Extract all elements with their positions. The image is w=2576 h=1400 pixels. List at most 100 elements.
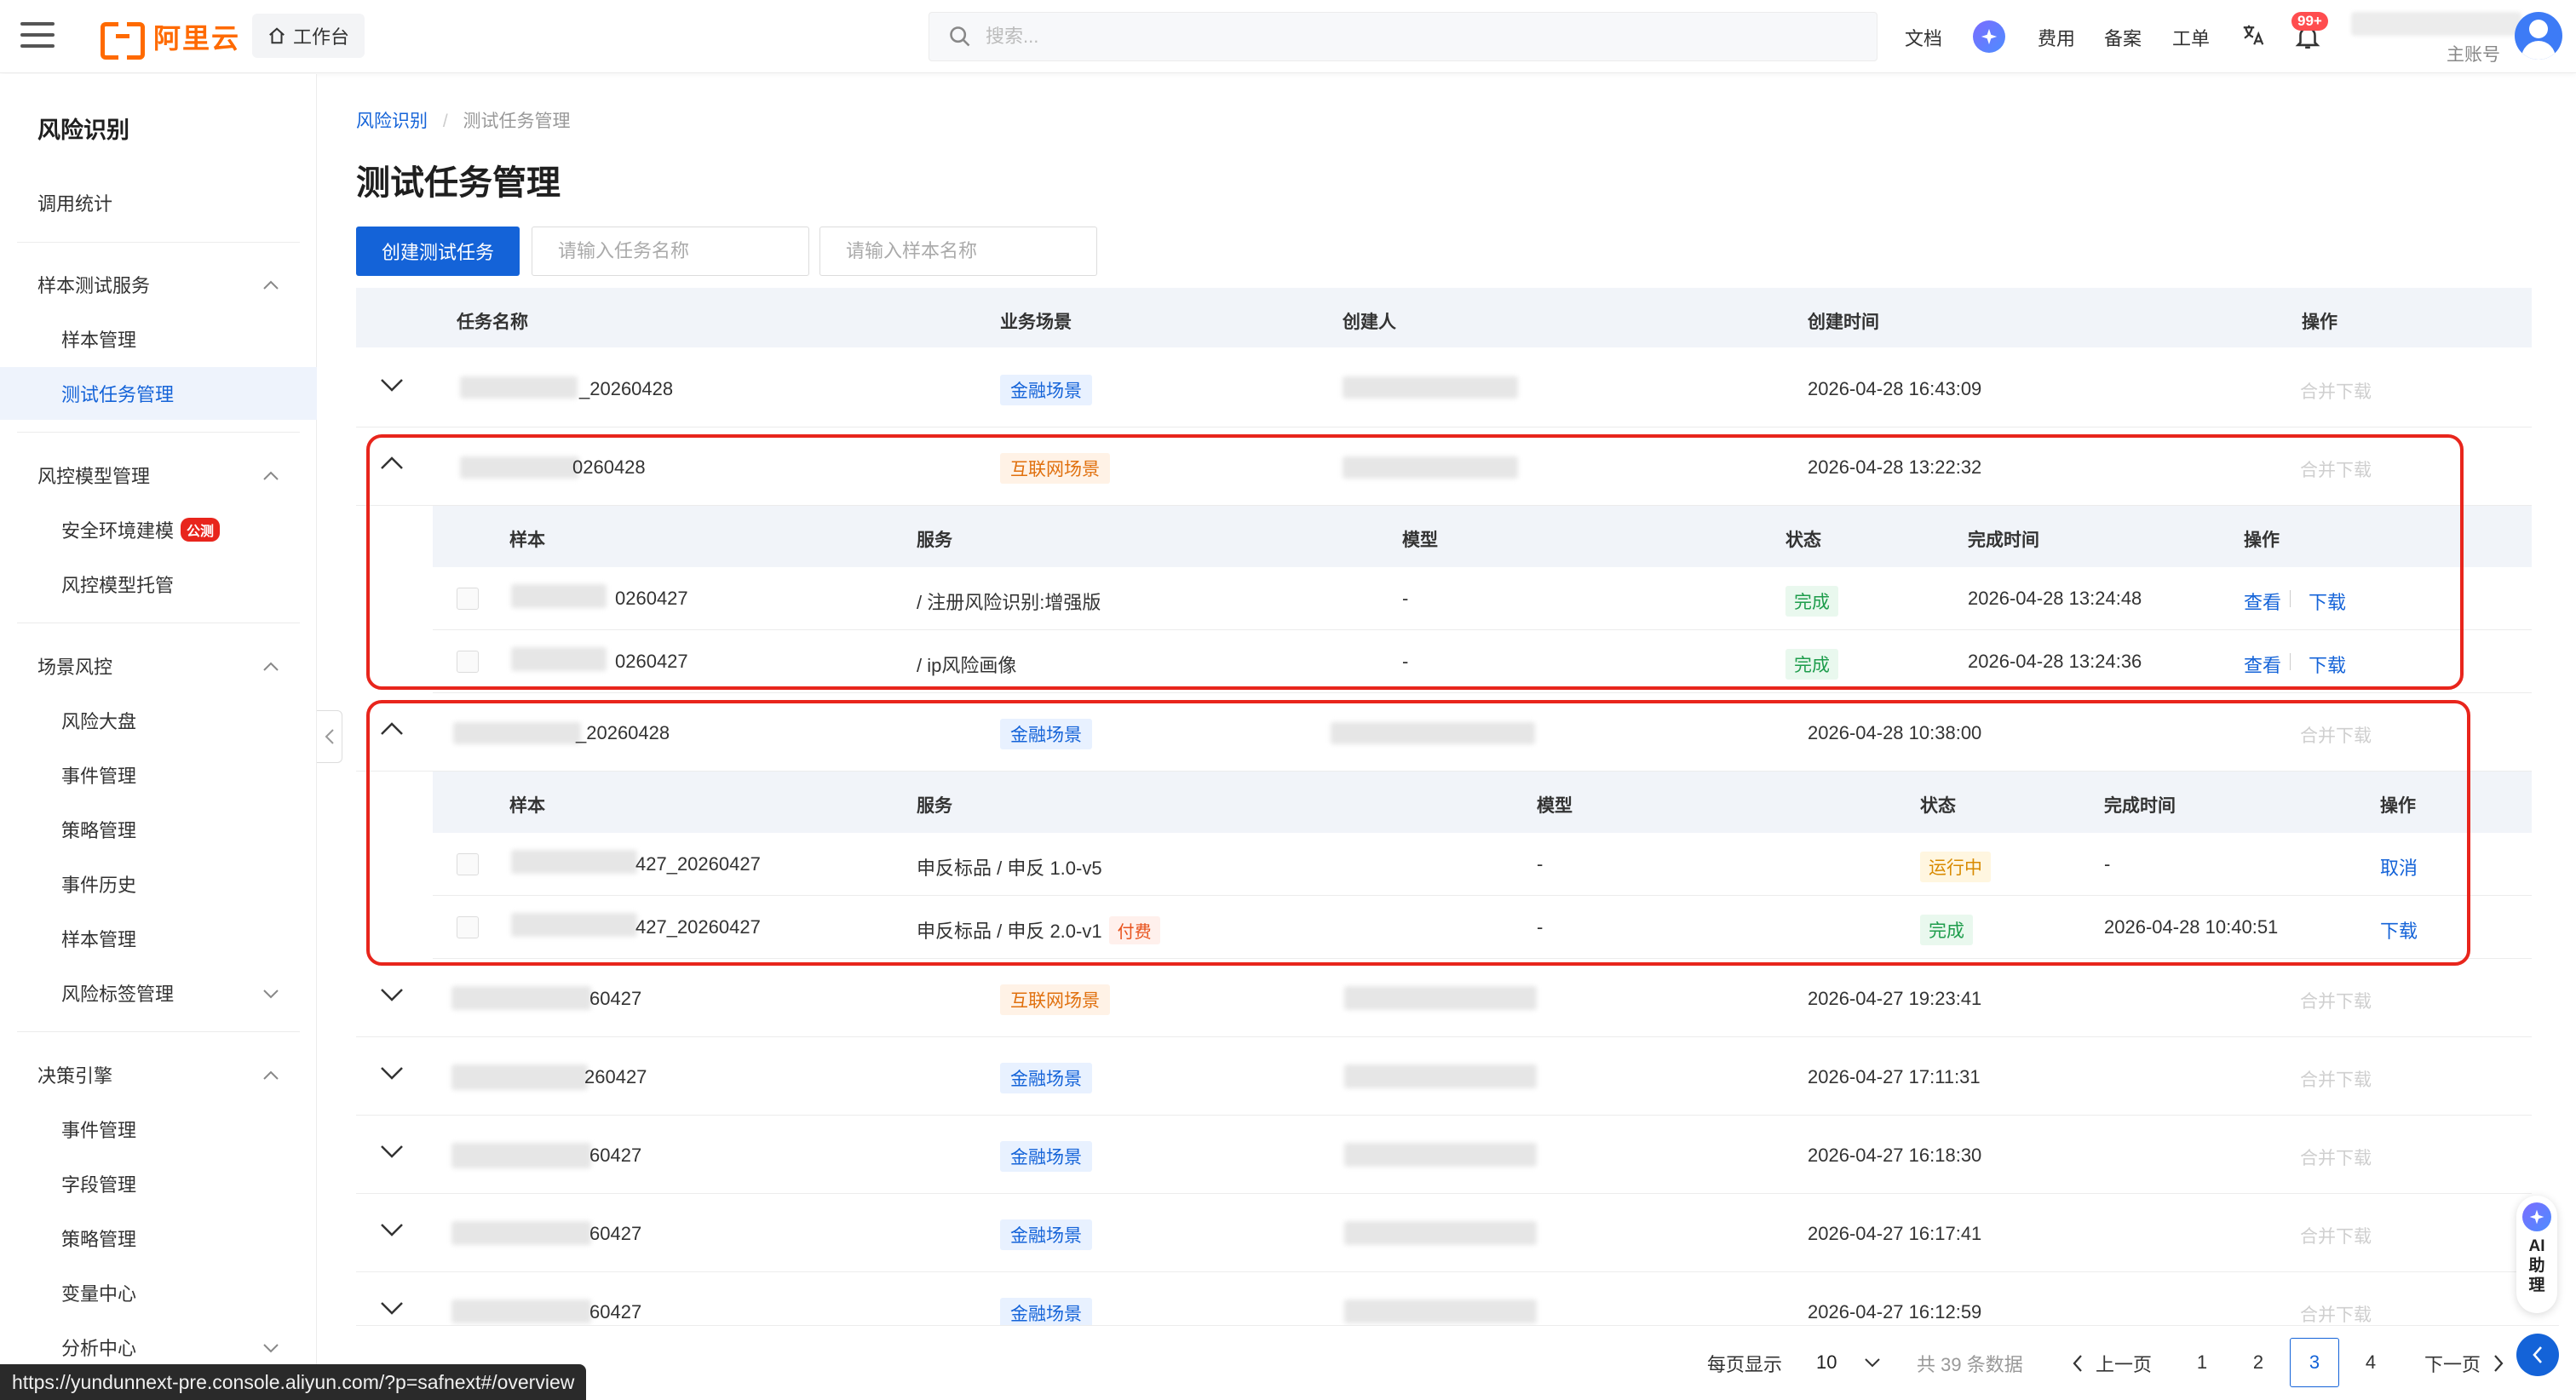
beian-link[interactable]: 备案 [2104, 24, 2142, 51]
ticket-link[interactable]: 工单 [2172, 24, 2210, 51]
chevron-down-icon[interactable] [380, 988, 404, 1001]
sample-name: 427_20260427 [635, 916, 761, 938]
sidebar-item-de-strategy-manage[interactable]: 策略管理 [0, 1212, 317, 1265]
sidebar-group-risk-model[interactable]: 风控模型管理 [0, 449, 317, 502]
col-creator: 创建人 [1343, 313, 1396, 332]
created-time: 2026-04-28 13:22:32 [1808, 456, 1982, 478]
sidebar-item-de-event-manage[interactable]: 事件管理 [0, 1103, 317, 1156]
page-4-button[interactable]: 4 [2346, 1338, 2395, 1387]
status-bar-url: https://yundunnext-pre.console.aliyun.co… [0, 1364, 587, 1400]
subcol-model: 模型 [1537, 796, 1573, 816]
task-name-input[interactable] [532, 227, 809, 276]
model-value: - [1537, 916, 1544, 938]
total-count: 共 39 条数据 [1917, 1354, 2023, 1375]
chevron-up-icon[interactable] [380, 722, 404, 736]
avatar[interactable] [2515, 12, 2562, 60]
created-time: 2026-04-27 16:17:41 [1808, 1223, 1982, 1244]
sidebar-item-sample-manage-2[interactable]: 样本管理 [0, 912, 317, 965]
sidebar-item-field-manage[interactable]: 字段管理 [0, 1157, 317, 1210]
sidebar-item-safe-env-model[interactable]: 安全环境建模 公测 [0, 503, 317, 556]
workbench-button[interactable]: 工作台 [252, 14, 365, 58]
creator-blurred [1344, 1143, 1537, 1167]
sidebar-item-event-history[interactable]: 事件历史 [0, 858, 317, 910]
collapse-float-button[interactable] [2516, 1334, 2559, 1376]
ai-assistant-button[interactable]: AI 助 理 [2516, 1196, 2557, 1313]
sidebar-item-sample-manage[interactable]: 样本管理 [0, 313, 317, 365]
merge-download-link[interactable]: 合并下载 [2300, 1301, 2372, 1327]
chevron-down-icon[interactable] [380, 1145, 404, 1158]
sidebar-item-label: 风控模型托管 [61, 575, 175, 596]
chevron-down-icon[interactable] [380, 378, 404, 392]
chevron-down-icon[interactable] [380, 1066, 404, 1080]
brand-logo[interactable]: 阿里云 [101, 15, 240, 60]
page-2-button[interactable]: 2 [2234, 1338, 2283, 1387]
chevron-down-icon[interactable] [380, 1301, 404, 1315]
docs-link[interactable]: 文档 [1905, 24, 1942, 51]
service-name: 申反标品 / 申反 1.0-v5 [917, 858, 1102, 879]
cancel-link[interactable]: 取消 [2380, 853, 2418, 881]
row-checkbox[interactable] [457, 588, 479, 610]
ai-star-icon[interactable] [1973, 20, 2005, 53]
download-link[interactable]: 下载 [2380, 916, 2418, 944]
search-box[interactable] [929, 12, 1877, 61]
subcol-finished: 完成时间 [1968, 531, 2039, 550]
sidebar-item-variable-center[interactable]: 变量中心 [0, 1266, 317, 1319]
merge-download-link[interactable]: 合并下载 [2300, 1223, 2372, 1248]
link-separator [2290, 590, 2291, 607]
merge-download-link[interactable]: 合并下载 [2300, 722, 2372, 748]
prev-page-button[interactable]: 上一页 [2072, 1350, 2152, 1377]
chevron-up-icon[interactable] [380, 456, 404, 470]
creator-blurred [1343, 456, 1518, 479]
merge-download-link[interactable]: 合并下载 [2300, 378, 2372, 404]
next-page-button[interactable]: 下一页 [2424, 1350, 2504, 1377]
scene-tag: 金融场景 [1000, 1219, 1092, 1250]
sidebar-group-scene-risk[interactable]: 场景风控 [0, 640, 317, 692]
row-checkbox[interactable] [457, 651, 479, 673]
sidebar-item-strategy-manage[interactable]: 策略管理 [0, 803, 317, 856]
creator-blurred [1344, 1300, 1537, 1323]
download-link[interactable]: 下载 [2309, 651, 2346, 678]
created-time: 2026-04-27 17:11:31 [1808, 1066, 1981, 1087]
sidebar-group-decision-engine[interactable]: 决策引擎 [0, 1048, 317, 1101]
view-link[interactable]: 查看 [2244, 588, 2281, 615]
prev-page-label: 上一页 [2096, 1354, 2153, 1375]
subcol-status: 状态 [1785, 531, 1821, 550]
view-link[interactable]: 查看 [2244, 651, 2281, 678]
page-size-select[interactable]: 10 [1804, 1340, 1898, 1386]
sidebar-item-event-manage[interactable]: 事件管理 [0, 749, 317, 801]
row-checkbox[interactable] [457, 853, 479, 875]
page-1-button[interactable]: 1 [2177, 1338, 2227, 1387]
sidebar-item-call-stats[interactable]: 调用统计 [0, 176, 317, 229]
sample-name-input[interactable] [819, 227, 1097, 276]
merge-download-link[interactable]: 合并下载 [2300, 1066, 2372, 1092]
task-name-blurred [451, 1064, 588, 1090]
fees-link[interactable]: 费用 [2038, 24, 2075, 51]
page-3-button[interactable]: 3 [2290, 1338, 2339, 1387]
sidebar-item-model-hosting[interactable]: 风控模型托管 [0, 558, 317, 611]
merge-download-link[interactable]: 合并下载 [2300, 1145, 2372, 1170]
table-row-expanded: _20260428 金融场景 2026-04-28 10:38:00 合并下载 [356, 693, 2532, 772]
sidebar-item-label: 变量中心 [61, 1283, 137, 1305]
sidebar-collapse-button[interactable] [317, 710, 342, 763]
task-name-blurred [460, 376, 578, 399]
merge-download-link[interactable]: 合并下载 [2300, 456, 2372, 482]
row-checkbox[interactable] [457, 916, 479, 938]
subtable-row: 0260427 / ip风险画像 - 完成 2026-04-28 13:24:3… [433, 630, 2532, 693]
sidebar-group-sample-test[interactable]: 样本测试服务 [0, 258, 317, 311]
translate-icon[interactable] [2240, 22, 2266, 48]
merge-download-link[interactable]: 合并下载 [2300, 988, 2372, 1013]
breadcrumb-root[interactable]: 风险识别 [356, 112, 428, 131]
menu-icon[interactable] [20, 22, 55, 49]
sidebar-item-test-task-manage[interactable]: 测试任务管理 [0, 367, 317, 420]
chevron-down-icon[interactable] [380, 1223, 404, 1236]
create-test-task-button[interactable]: 创建测试任务 [356, 227, 520, 276]
sidebar-item-risk-dashboard[interactable]: 风险大盘 [0, 694, 317, 747]
search-input[interactable] [986, 26, 1752, 48]
table-header: 任务名称 业务场景 创建人 创建时间 操作 [356, 288, 2532, 347]
sidebar-item-risk-tag-manage[interactable]: 风险标签管理 [0, 967, 317, 1019]
subtable-row: 427_20260427 申反标品 / 申反 2.0-v1 付费 - 完成 202… [433, 896, 2532, 959]
sidebar-item-label: 决策引擎 [37, 1065, 113, 1087]
subtable-row: 0260427 / 注册风险识别:增强版 - 完成 2026-04-28 13:… [433, 567, 2532, 630]
model-value: - [1537, 853, 1544, 875]
download-link[interactable]: 下载 [2309, 588, 2346, 615]
